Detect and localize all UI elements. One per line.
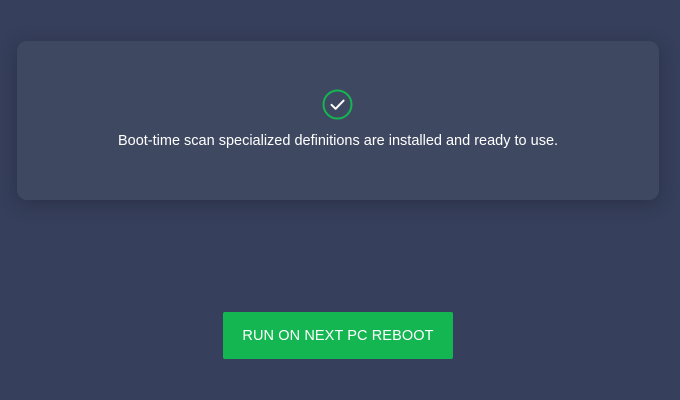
check-circle-icon	[322, 89, 353, 120]
status-message: Boot-time scan specialized definitions a…	[117, 133, 559, 149]
status-card: Boot-time scan specialized definitions a…	[17, 41, 659, 200]
boot-scan-panel: Boot-time scan specialized definitions a…	[0, 0, 680, 400]
run-on-next-reboot-button[interactable]: RUN ON NEXT PC REBOOT	[223, 312, 453, 359]
